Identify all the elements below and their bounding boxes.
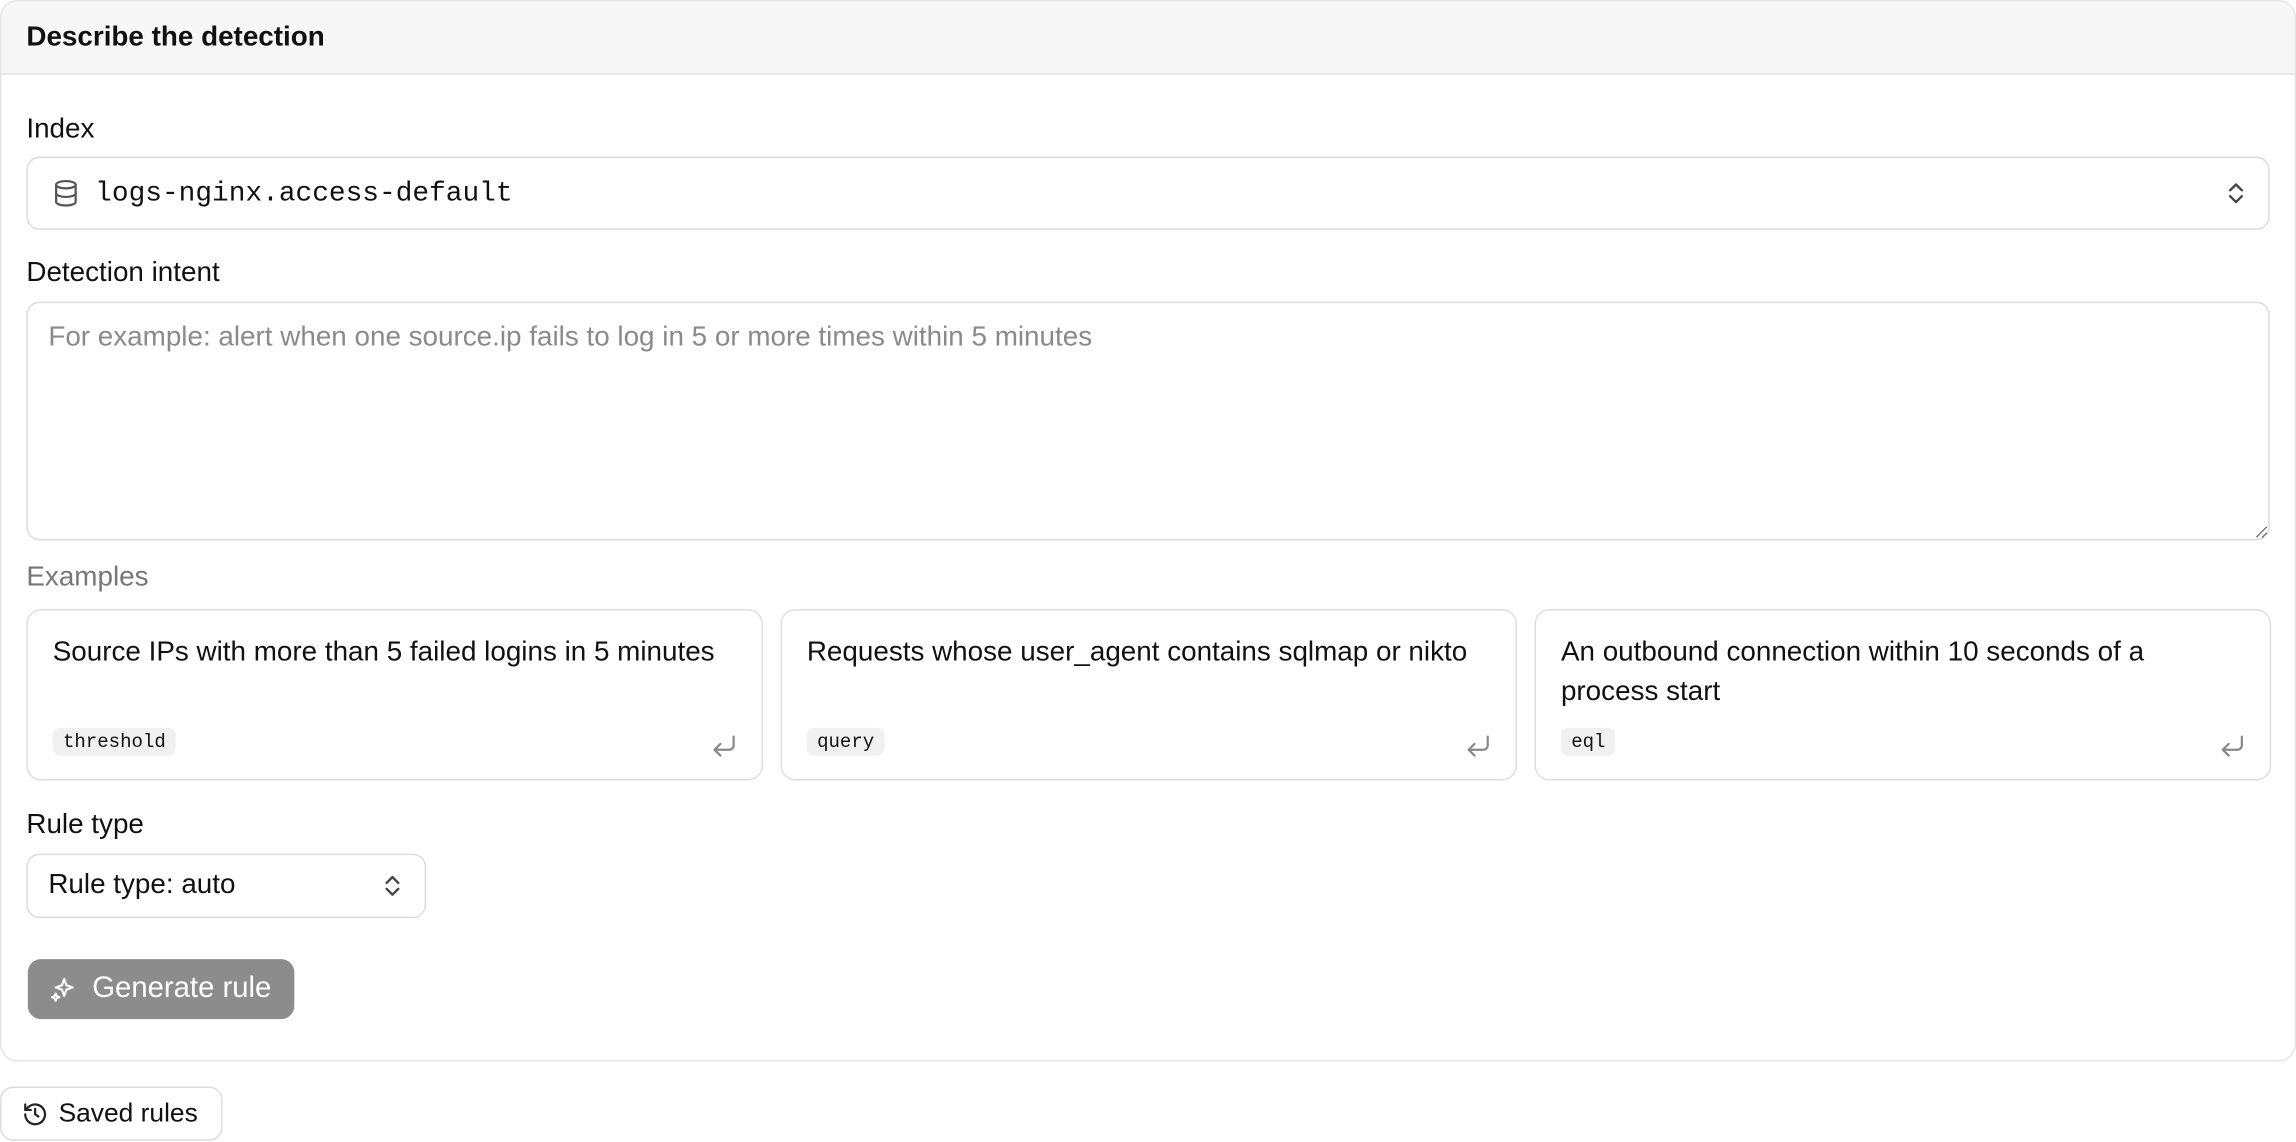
examples-label: Examples bbox=[26, 562, 149, 594]
enter-icon bbox=[2221, 735, 2243, 757]
rule-type-value: Rule type: auto bbox=[48, 869, 236, 901]
example-text: Source IPs with more than 5 failed login… bbox=[52, 636, 715, 668]
index-value: logs-nginx.access-default bbox=[95, 177, 513, 210]
chevron-up-down-icon bbox=[2228, 183, 2244, 204]
panel-title: Describe the detection bbox=[26, 21, 325, 52]
detection-panel: Describe the detection Index logs-nginx.… bbox=[0, 0, 2296, 1062]
enter-icon bbox=[1467, 735, 1489, 757]
rule-type-label: Rule type bbox=[26, 809, 144, 841]
generate-rule-button[interactable]: Generate rule bbox=[27, 959, 295, 1020]
example-tag: threshold bbox=[52, 727, 177, 756]
panel-header: Describe the detection bbox=[1, 1, 2295, 75]
saved-rules-button[interactable]: Saved rules bbox=[0, 1086, 223, 1141]
database-icon bbox=[55, 179, 77, 207]
sparkle-icon bbox=[50, 977, 74, 1002]
rule-type-select[interactable]: Rule type: auto bbox=[26, 853, 427, 919]
index-select[interactable]: logs-nginx.access-default bbox=[26, 156, 2270, 230]
example-text: Requests whose user_agent contains sqlma… bbox=[806, 636, 1468, 668]
app-root: Describe the detection Index logs-nginx.… bbox=[0, 0, 2296, 1142]
saved-rules-label: Saved rules bbox=[58, 1098, 198, 1128]
detection-intent-textarea[interactable] bbox=[26, 301, 2270, 541]
example-tag: query bbox=[806, 727, 885, 756]
enter-icon bbox=[713, 735, 735, 757]
generate-rule-label: Generate rule bbox=[92, 972, 272, 1005]
chevron-up-down-icon bbox=[385, 875, 400, 896]
index-label: Index bbox=[26, 114, 95, 145]
example-text: An outbound connection within 10 seconds… bbox=[1560, 636, 2145, 708]
examples-list: Source IPs with more than 5 failed login… bbox=[26, 609, 2272, 781]
example-card-eql[interactable]: An outbound connection within 10 seconds… bbox=[1534, 609, 2272, 781]
example-tag: eql bbox=[1560, 727, 1616, 756]
intent-label: Detection intent bbox=[26, 257, 220, 289]
example-card-threshold[interactable]: Source IPs with more than 5 failed login… bbox=[26, 609, 763, 781]
history-icon bbox=[24, 1102, 47, 1125]
example-card-query[interactable]: Requests whose user_agent contains sqlma… bbox=[780, 609, 1518, 781]
